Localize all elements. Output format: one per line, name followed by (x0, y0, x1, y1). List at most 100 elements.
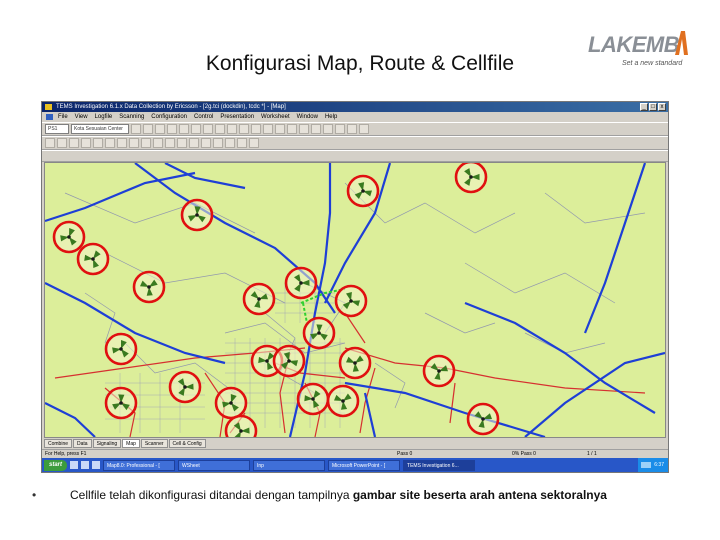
location-select[interactable]: Kota Sesuaian Center (71, 124, 129, 134)
center-icon[interactable] (201, 138, 211, 148)
tab-data[interactable]: Data (73, 439, 92, 448)
cell-site-marker[interactable] (454, 163, 488, 194)
site-center-dot (119, 347, 123, 351)
tray-icons[interactable] (641, 462, 652, 468)
event-icon[interactable] (323, 124, 333, 134)
taskbar-item-inp[interactable]: Inp (253, 459, 326, 471)
taskbar-item-mapinfo[interactable]: Map8.0: Professional - [ (103, 459, 176, 471)
pan-icon[interactable] (165, 138, 175, 148)
route-icon[interactable] (251, 124, 261, 134)
cell-site-marker[interactable] (76, 242, 110, 276)
site-center-dot (311, 397, 315, 401)
measure-icon[interactable] (299, 124, 309, 134)
print-icon[interactable] (347, 124, 357, 134)
menu-view[interactable]: View (75, 112, 88, 122)
phone-icon[interactable] (275, 124, 285, 134)
close-button[interactable]: x (658, 103, 666, 111)
cell-site-marker[interactable] (52, 220, 86, 254)
info-icon[interactable] (117, 138, 127, 148)
ruler-icon[interactable] (177, 138, 187, 148)
play-icon[interactable] (191, 124, 201, 134)
export-icon[interactable] (335, 124, 345, 134)
cell-site-marker[interactable] (466, 402, 500, 436)
cell-site-marker[interactable] (168, 370, 202, 404)
cell-site-marker[interactable] (180, 198, 214, 232)
gps-icon[interactable] (287, 124, 297, 134)
scan-icon[interactable] (239, 124, 249, 134)
tab-combine[interactable]: Combine (44, 439, 73, 448)
stop-icon[interactable] (167, 124, 177, 134)
start-button[interactable]: start (44, 459, 68, 471)
map-view[interactable] (44, 162, 666, 438)
cell-site-marker[interactable] (242, 282, 276, 316)
port-select[interactable]: PS1 (45, 124, 69, 134)
tab-cell-config[interactable]: Cell & Config (168, 439, 206, 448)
help-icon[interactable] (359, 124, 369, 134)
cell-site-marker[interactable] (326, 384, 360, 418)
zoom-out-icon[interactable] (153, 138, 163, 148)
refresh-icon[interactable] (213, 138, 223, 148)
taskbar-item-powerpoint[interactable]: Microsoft PowerPoint - [ (328, 459, 401, 471)
menu-window[interactable]: Window (297, 112, 318, 122)
menu-logfile[interactable]: Logfile (95, 112, 113, 122)
taskbar-item-wsheet[interactable]: WSheet (178, 459, 251, 471)
menu-configuration[interactable]: Configuration (151, 112, 187, 122)
map-properties-icon[interactable] (249, 138, 259, 148)
tab-map[interactable]: Map (122, 439, 140, 448)
logo-accent-a-icon (675, 31, 688, 55)
open-map-icon[interactable] (69, 138, 79, 148)
site-center-dot (469, 175, 473, 179)
cell-icon[interactable] (263, 124, 273, 134)
tab-signaling[interactable]: Signaling (92, 439, 122, 448)
layer-icon[interactable] (45, 138, 55, 148)
pause-icon[interactable] (179, 124, 189, 134)
menu-file[interactable]: File (58, 112, 68, 122)
maximize-button[interactable]: □ (649, 103, 657, 111)
select-icon[interactable] (129, 138, 139, 148)
tab-scanner[interactable]: Scanner (140, 439, 168, 448)
explorer-icon[interactable] (92, 461, 101, 469)
previous-view-icon[interactable] (225, 138, 235, 148)
browser-icon[interactable] (81, 461, 90, 469)
desktop-icon[interactable] (70, 461, 79, 469)
cell-site-marker[interactable] (132, 270, 166, 304)
insert-filemark-icon[interactable] (203, 124, 213, 134)
legend-icon[interactable] (105, 138, 115, 148)
open-logfile-icon[interactable] (215, 124, 225, 134)
cell-site-marker[interactable] (334, 284, 368, 318)
cell-site-marker[interactable] (284, 266, 318, 300)
cell-site-marker[interactable] (104, 386, 138, 420)
tems-app-icon (45, 104, 52, 110)
cell-site-marker[interactable] (104, 332, 138, 366)
menu-scanning[interactable]: Scanning (119, 112, 144, 122)
theme-icon[interactable] (93, 138, 103, 148)
label-icon[interactable] (189, 138, 199, 148)
filter-icon[interactable] (311, 124, 321, 134)
cell-site-marker[interactable] (346, 174, 380, 208)
connect-icon[interactable] (131, 124, 141, 134)
cell-site-marker[interactable] (272, 344, 306, 378)
menu-control[interactable]: Control (194, 112, 213, 122)
cell-site-marker[interactable] (296, 382, 330, 416)
site-center-dot (195, 213, 199, 217)
cell-site-marker[interactable] (224, 414, 258, 437)
menu-help[interactable]: Help (325, 112, 337, 122)
map-view-header (42, 150, 668, 162)
cell-site-marker[interactable] (422, 354, 456, 388)
new-map-icon[interactable] (57, 138, 67, 148)
minimize-button[interactable]: _ (640, 103, 648, 111)
menu-presentation[interactable]: Presentation (220, 112, 254, 122)
document-icon (46, 114, 53, 120)
menu-worksheet[interactable]: Worksheet (261, 112, 290, 122)
cell-site-marker[interactable] (302, 316, 336, 350)
map-canvas (45, 163, 665, 437)
zoom-in-icon[interactable] (141, 138, 151, 148)
next-view-icon[interactable] (237, 138, 247, 148)
save-map-icon[interactable] (81, 138, 91, 148)
cell-site-marker[interactable] (338, 346, 372, 380)
record-icon[interactable] (155, 124, 165, 134)
close-logfile-icon[interactable] (227, 124, 237, 134)
disconnect-icon[interactable] (143, 124, 153, 134)
taskbar-item-tems[interactable]: TEMS Investigation 6... (403, 459, 476, 471)
cell-site-marker[interactable] (214, 386, 248, 420)
